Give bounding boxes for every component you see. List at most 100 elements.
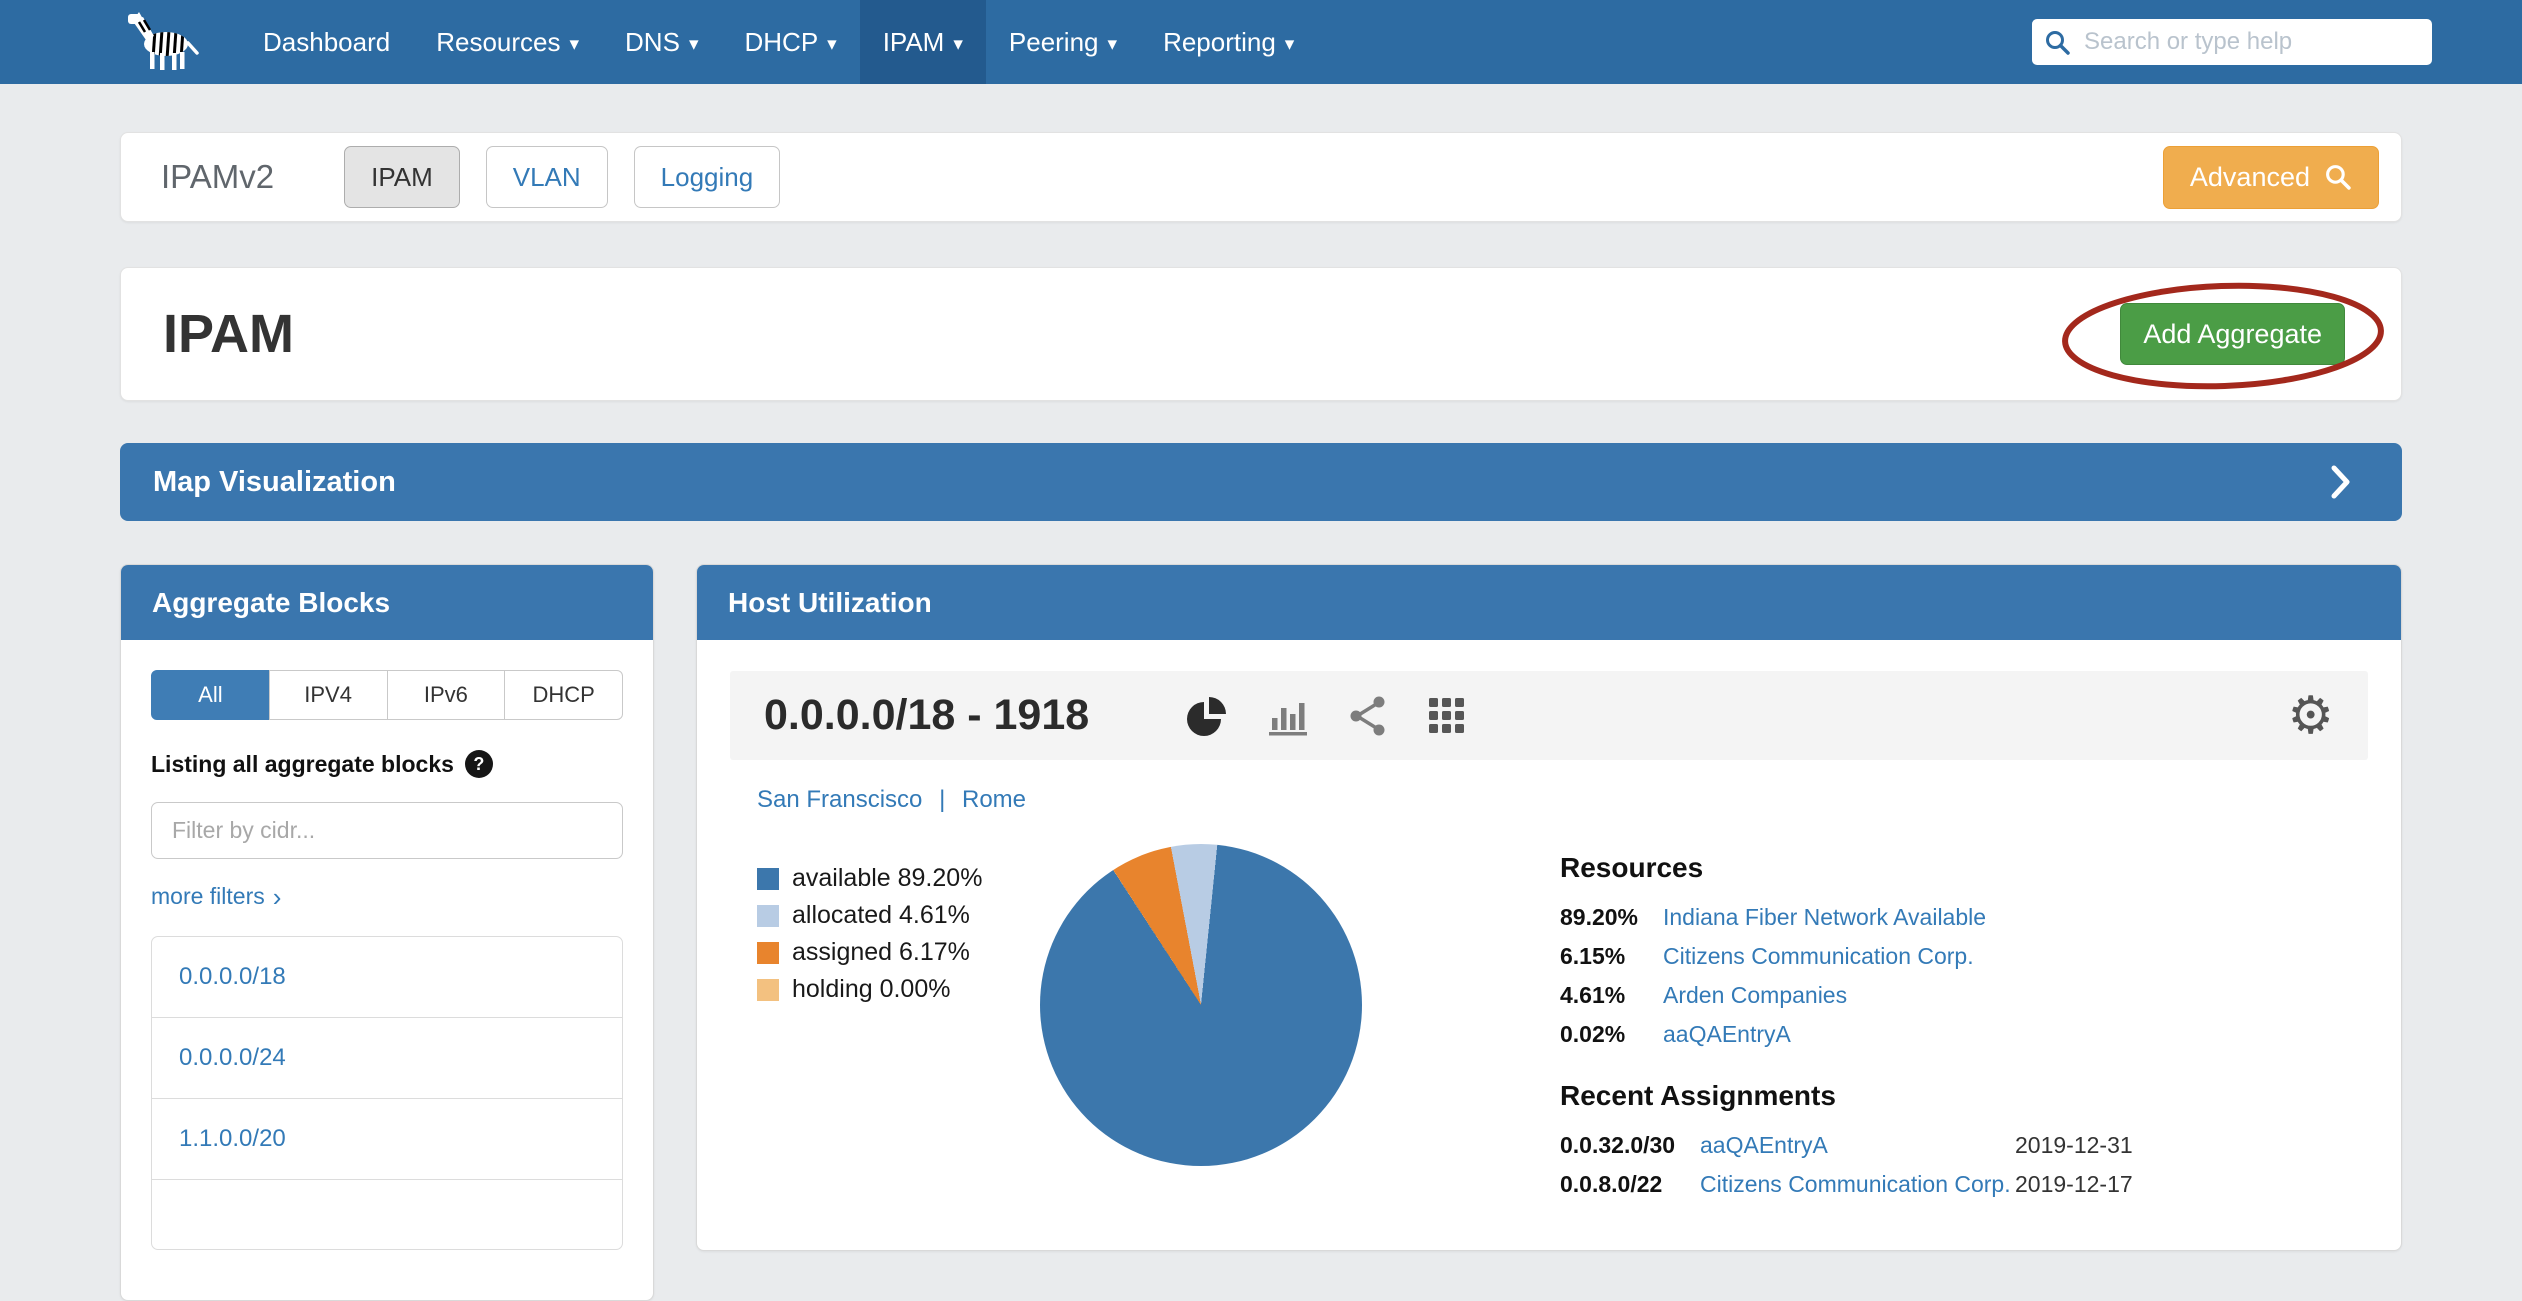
assignment-date: 2019-12-31 [2015,1132,2368,1159]
block-type-filter: All IPV4 IPv6 DHCP [151,670,623,720]
aggregate-blocks-header: Aggregate Blocks [121,565,653,640]
page-title: IPAM [163,303,294,365]
grid-view-icon[interactable] [1426,695,1468,737]
zebra-logo[interactable] [122,12,204,72]
resource-link[interactable]: Citizens Communication Corp. [1663,943,2368,970]
search-icon [2324,163,2352,191]
main-menu: Dashboard Resources ▾ DNS ▾ DHCP ▾ IPAM … [240,0,1317,84]
tab-ipam[interactable]: IPAM [344,146,460,208]
utilization-pie-chart[interactable] [1040,844,1362,1166]
locations-row: San Franscisco | Rome [757,786,2368,814]
legend-swatch [757,905,779,927]
resource-percent: 6.15% [1560,943,1663,970]
block-subheader: 0.0.0.0/18 - 1918 [730,671,2368,760]
nav-item-label: DNS [625,27,680,58]
filter-all-button[interactable]: All [151,670,270,720]
listing-label: Listing all aggregate blocks [151,751,454,778]
bar-chart-icon[interactable] [1266,694,1310,738]
resource-percent: 89.20% [1560,904,1663,931]
map-visualization-bar[interactable]: Map Visualization [120,443,2402,521]
assignment-cidr: 0.0.8.0/22 [1560,1171,1700,1198]
block-list-item[interactable]: 1.1.0.0/20 [152,1098,622,1179]
legend-swatch [757,942,779,964]
resources-column: Resources 89.20% Indiana Fiber Network A… [1560,852,2368,1210]
chevron-right-icon [2330,464,2352,500]
resource-row: 6.15% Citizens Communication Corp. [1560,943,2368,970]
resource-percent: 0.02% [1560,1021,1663,1048]
nav-item-label: Dashboard [263,27,390,58]
ipamv2-toolbar: IPAMv2 IPAM VLAN Logging Advanced [120,132,2402,222]
tab-vlan[interactable]: VLAN [486,146,608,208]
legend-label: holding 0.00% [792,975,950,1004]
nav-item-resources[interactable]: Resources ▾ [413,0,602,84]
caret-down-icon: ▾ [827,33,837,56]
location-link-san-francisco[interactable]: San Franscisco [757,786,922,813]
nav-item-peering[interactable]: Peering ▾ [986,0,1140,84]
add-aggregate-button[interactable]: Add Aggregate [2120,303,2345,365]
block-list-item-partial[interactable] [152,1179,622,1249]
chevron-right-icon: › [273,884,282,910]
listing-label-row: Listing all aggregate blocks ? [151,750,623,778]
assignment-link[interactable]: aaQAEntryA [1700,1132,2015,1159]
utilization-content: available 89.20% allocated 4.61% assigne… [730,844,2368,1210]
advanced-search-button[interactable]: Advanced [2163,146,2379,209]
resource-link[interactable]: aaQAEntryA [1663,1021,2368,1048]
share-icon[interactable] [1346,694,1390,738]
nav-item-dns[interactable]: DNS ▾ [602,0,721,84]
aggregate-blocks-body: All IPV4 IPv6 DHCP Listing all aggregate… [121,640,653,1300]
filter-ipv6-button[interactable]: IPv6 [387,670,506,720]
help-icon[interactable]: ? [465,750,493,778]
search-input[interactable] [2082,19,2432,65]
top-navbar: Dashboard Resources ▾ DNS ▾ DHCP ▾ IPAM … [0,0,2522,84]
legend-swatch [757,979,779,1001]
assignment-date: 2019-12-17 [2015,1171,2368,1198]
locations-separator: | [939,786,945,813]
gear-icon[interactable]: ⚙ [2287,690,2334,742]
assignment-row: 0.0.32.0/30 aaQAEntryA 2019-12-31 [1560,1132,2368,1159]
filter-dhcp-button[interactable]: DHCP [504,670,623,720]
resource-link[interactable]: Indiana Fiber Network Available [1663,904,2368,931]
resource-link[interactable]: Arden Companies [1663,982,2368,1009]
nav-item-ipam[interactable]: IPAM ▾ [860,0,986,84]
block-list-item[interactable]: 0.0.0.0/24 [152,1017,622,1098]
more-filters-label: more filters [151,883,265,910]
legend-label: available 89.20% [792,864,982,893]
page-container: IPAMv2 IPAM VLAN Logging Advanced IPAM A… [120,132,2402,1301]
map-visualization-label: Map Visualization [153,466,396,499]
caret-down-icon: ▾ [1108,33,1118,56]
view-switch-icons [1184,693,1468,739]
nav-item-reporting[interactable]: Reporting ▾ [1140,0,1317,84]
caret-down-icon: ▾ [569,33,579,56]
tab-logging[interactable]: Logging [634,146,781,208]
resource-row: 89.20% Indiana Fiber Network Available [1560,904,2368,931]
legend-item-holding: holding 0.00% [757,975,1040,1004]
assignment-cidr: 0.0.32.0/30 [1560,1132,1700,1159]
nav-item-label: Reporting [1163,27,1276,58]
nav-item-dashboard[interactable]: Dashboard [240,0,413,84]
ipam-page-header: IPAM Add Aggregate [120,267,2402,401]
legend-label: allocated 4.61% [792,901,970,930]
legend-swatch [757,868,779,890]
zebra-logo-image [122,12,204,72]
aggregate-blocks-panel: Aggregate Blocks All IPV4 IPv6 DHCP List… [120,564,654,1301]
assignment-link[interactable]: Citizens Communication Corp. [1700,1171,2015,1198]
nav-item-label: Resources [436,27,560,58]
pie-chart-icon[interactable] [1184,693,1230,739]
host-utilization-header: Host Utilization [697,565,2401,640]
legend-item-available: available 89.20% [757,864,1040,893]
caret-down-icon: ▾ [1285,33,1295,56]
aggregate-block-list: 0.0.0.0/18 0.0.0.0/24 1.1.0.0/20 [151,936,623,1250]
more-filters-link[interactable]: more filters › [151,883,281,910]
location-link-rome[interactable]: Rome [962,786,1026,813]
block-title: 0.0.0.0/18 - 1918 [764,691,1089,740]
resource-row: 4.61% Arden Companies [1560,982,2368,1009]
legend-item-assigned: assigned 6.17% [757,938,1040,967]
search-icon[interactable] [2032,29,2082,56]
host-utilization-panel: Host Utilization 0.0.0.0/18 - 1918 [696,564,2402,1251]
nav-item-label: IPAM [883,27,945,58]
filter-ipv4-button[interactable]: IPV4 [269,670,388,720]
block-list-item[interactable]: 0.0.0.0/18 [152,937,622,1017]
cidr-filter-input[interactable] [151,802,623,859]
global-search [2032,19,2432,65]
nav-item-dhcp[interactable]: DHCP ▾ [721,0,859,84]
